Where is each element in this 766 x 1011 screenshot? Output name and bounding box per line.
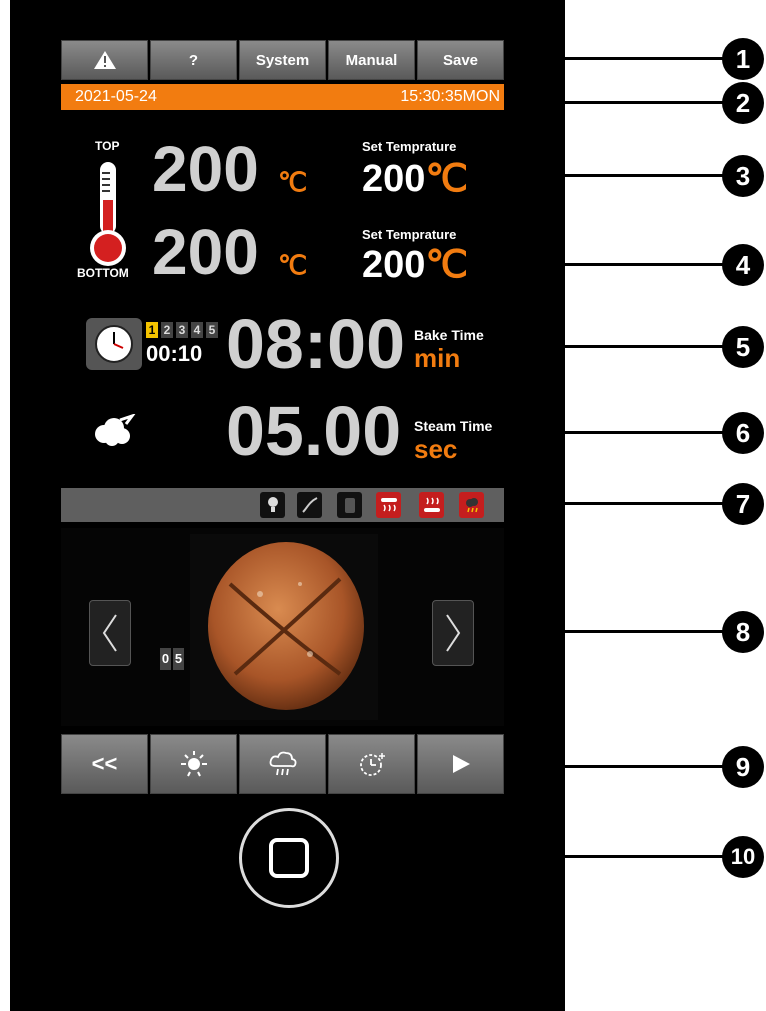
top-button-bar: ? System Manual Save (61, 40, 504, 80)
bake-time-value[interactable]: 08:00 (226, 309, 405, 379)
timer-button[interactable] (328, 734, 415, 794)
callout-line-3 (565, 174, 725, 177)
date-display: 2021-05-24 (75, 88, 157, 105)
help-button[interactable]: ? (150, 40, 237, 80)
callout-8: 8 (722, 611, 764, 653)
recipe-number-digit-2: 5 (173, 648, 184, 670)
callout-1: 1 (722, 38, 764, 80)
warning-icon (93, 51, 116, 69)
bake-step-3[interactable]: 3 (176, 322, 188, 338)
callout-line-6 (565, 431, 725, 434)
steam-time-value[interactable]: 05.00 (226, 396, 401, 466)
light-bulb-icon (180, 751, 207, 777)
set-bottom-temperature-value: 200 (362, 244, 426, 286)
back-button[interactable]: << (61, 734, 148, 794)
bottom-label: BOTTOM (77, 266, 129, 280)
step-time: 00:10 (146, 341, 203, 366)
callout-line-8 (565, 630, 725, 633)
timer-icon (359, 753, 385, 776)
callout-9: 9 (722, 746, 764, 788)
top-heater-icon[interactable] (376, 492, 401, 518)
set-bottom-temperature-unit: ℃ (425, 244, 469, 286)
callout-5: 5 (722, 326, 764, 368)
bake-step-5[interactable]: 5 (206, 322, 218, 338)
callout-line-1 (565, 57, 725, 60)
set-bottom-temperature-label: Set Temprature (362, 227, 457, 242)
bake-time-label: Bake Time (414, 327, 484, 343)
light-status-icon[interactable] (260, 492, 285, 518)
steam-cloud-icon (95, 414, 136, 446)
set-top-temperature-unit: ℃ (425, 158, 469, 200)
callout-3: 3 (722, 155, 764, 197)
steam-button[interactable] (239, 734, 326, 794)
top-temperature-value: 200 (152, 133, 259, 205)
home-button[interactable] (239, 808, 339, 908)
callout-6: 6 (722, 412, 764, 454)
steam-time-unit: sec (414, 434, 458, 464)
start-button[interactable] (417, 734, 504, 794)
callout-7: 7 (722, 483, 764, 525)
callout-10: 10 (722, 836, 764, 878)
chevron-left-icon (102, 614, 117, 652)
bottom-temperature-unit: ℃ (278, 250, 308, 280)
callout-line-5 (565, 345, 725, 348)
thermometer-icon (90, 162, 126, 266)
play-icon (452, 755, 470, 773)
save-button[interactable]: Save (417, 40, 504, 80)
bottom-button-bar: << (61, 734, 504, 794)
warning-button[interactable] (61, 40, 148, 80)
bake-step-2[interactable]: 2 (161, 322, 173, 338)
water-tank-icon[interactable] (337, 492, 362, 518)
next-recipe-button[interactable] (432, 600, 474, 666)
callout-line-10 (565, 855, 725, 858)
clock-button[interactable] (86, 318, 142, 370)
callout-line-2 (565, 101, 725, 104)
bake-time-unit: min (414, 343, 461, 373)
steam-time-label: Steam Time (414, 418, 493, 434)
clock-icon (95, 325, 133, 363)
time-display: 15:30:35MON (400, 88, 500, 105)
probe-status-icon[interactable] (297, 492, 322, 518)
bake-step-1[interactable]: 1 (146, 322, 158, 338)
previous-recipe-button[interactable] (89, 600, 131, 666)
set-top-temperature-value: 200 (362, 158, 426, 200)
callout-2: 2 (722, 82, 764, 124)
system-button[interactable]: System (239, 40, 326, 80)
chevron-right-icon (446, 614, 461, 652)
steam-icon (269, 751, 296, 776)
set-bottom-temperature[interactable]: 200℃ (362, 246, 468, 284)
set-top-temperature[interactable]: 200℃ (362, 160, 468, 198)
bread-image (208, 542, 364, 710)
set-top-temperature-label: Set Temprature (362, 139, 457, 154)
bottom-heater-icon[interactable] (419, 492, 444, 518)
top-temperature-unit: ℃ (278, 167, 308, 197)
callout-line-4 (565, 263, 725, 266)
light-button[interactable] (150, 734, 237, 794)
top-label: TOP (95, 139, 120, 153)
status-bar: 2021-05-24 15:30:35MON (61, 84, 504, 110)
steam-status-icon[interactable] (459, 492, 484, 518)
recipe-number-digit-1: 0 (160, 648, 171, 670)
manual-button[interactable]: Manual (328, 40, 415, 80)
callout-4: 4 (722, 244, 764, 286)
callout-line-9 (565, 765, 725, 768)
callout-line-7 (565, 502, 725, 505)
bake-step-4[interactable]: 4 (191, 322, 203, 338)
recipe-image[interactable] (190, 534, 378, 720)
bottom-temperature-value: 200 (152, 216, 259, 288)
home-square-icon (269, 838, 309, 878)
